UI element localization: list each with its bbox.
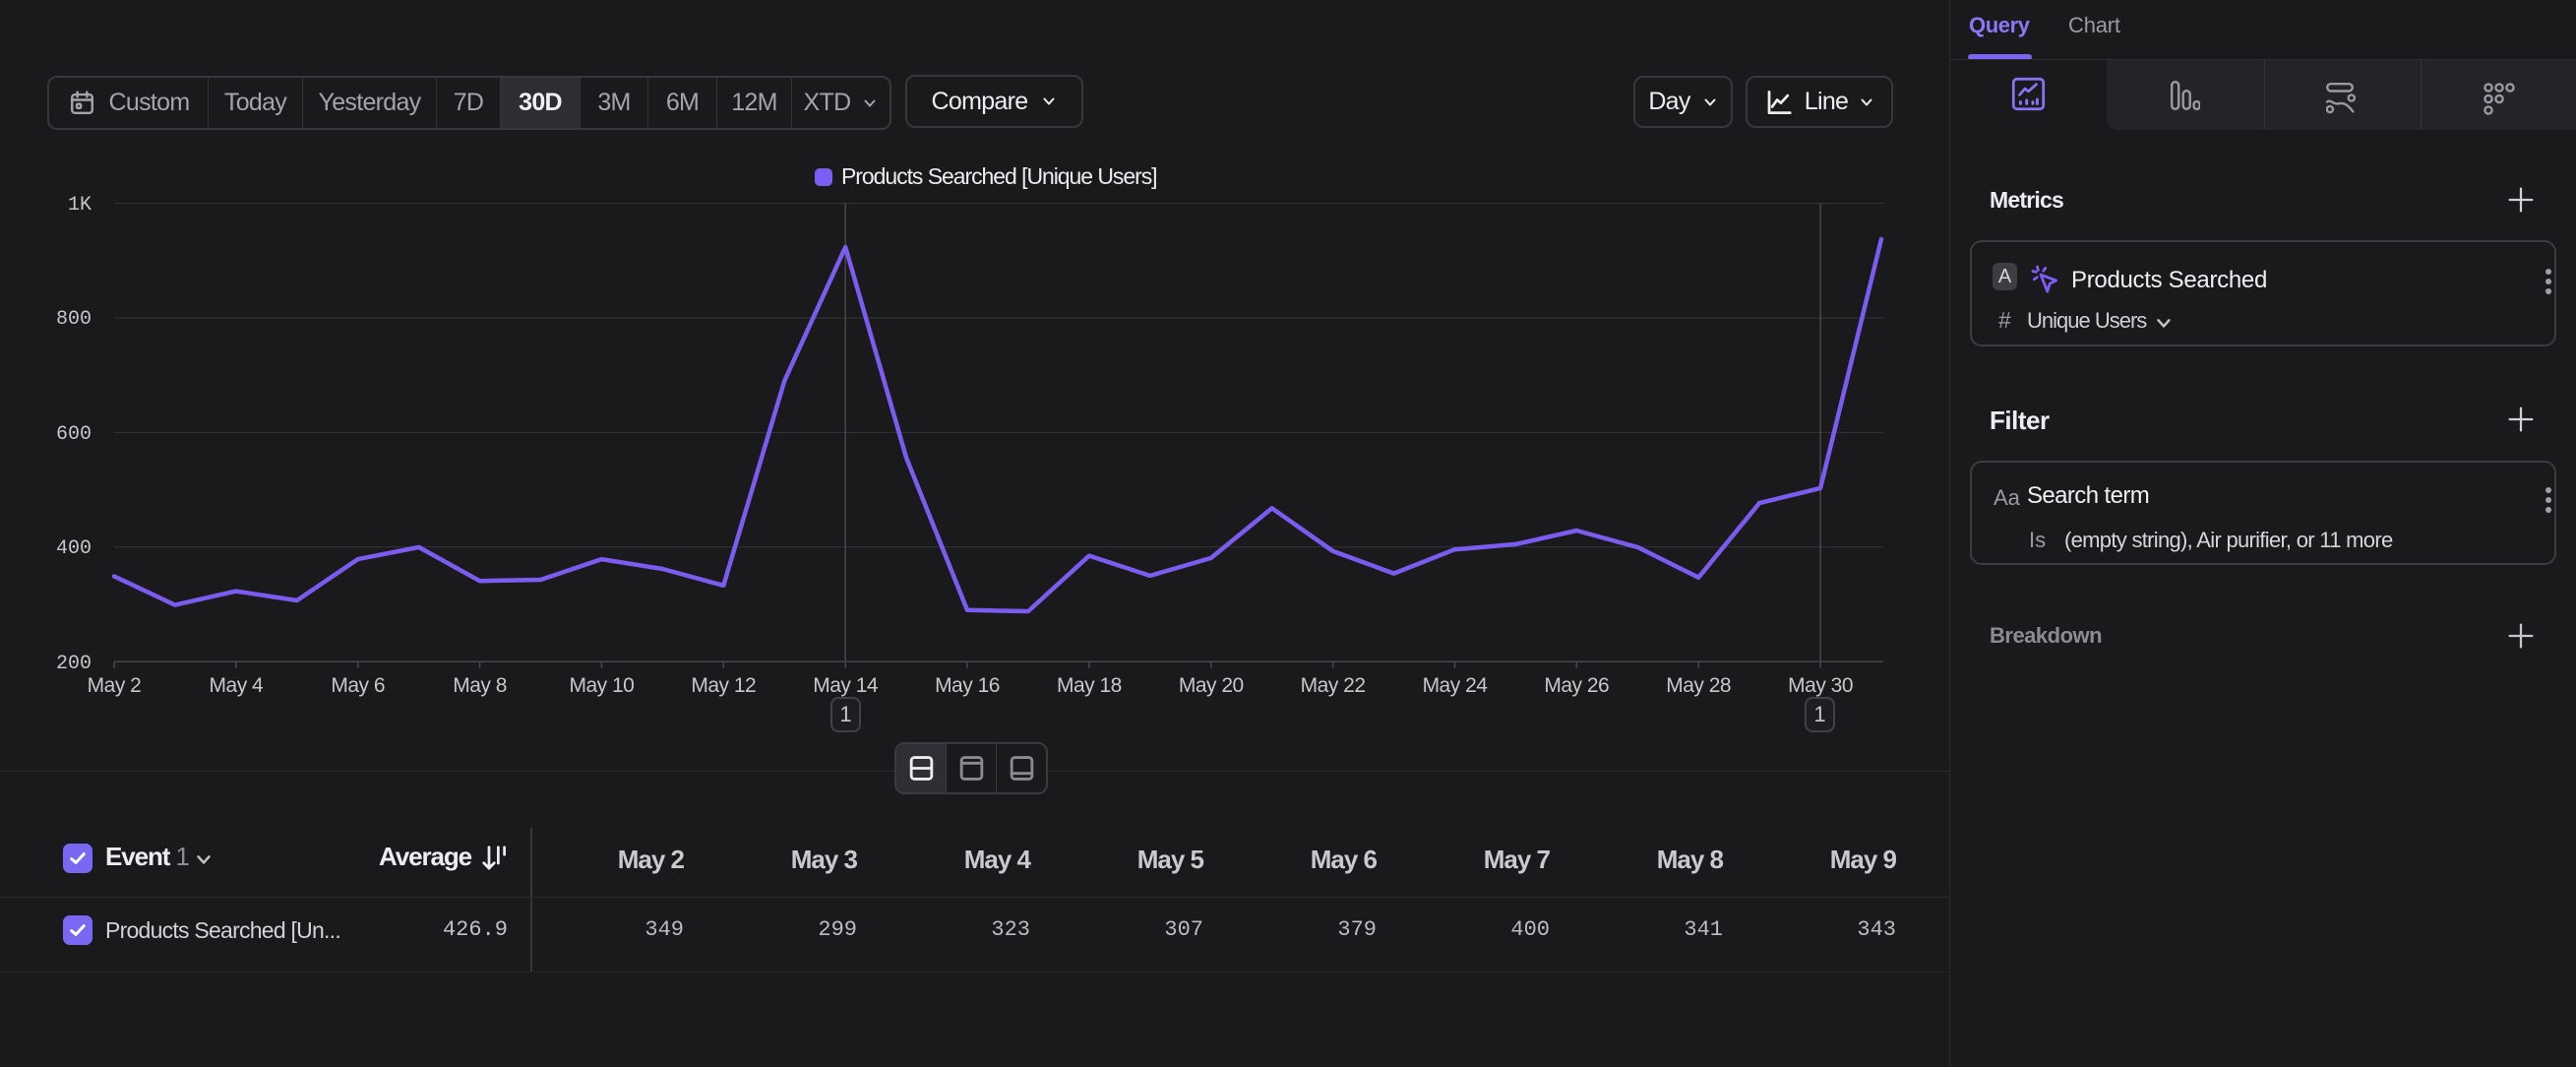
svg-text:May 22: May 22 — [1301, 674, 1366, 697]
svg-text:May 10: May 10 — [569, 674, 634, 697]
svg-text:May 18: May 18 — [1057, 674, 1122, 697]
svg-text:1K: 1K — [68, 194, 92, 217]
svg-text:May 4: May 4 — [210, 674, 265, 697]
svg-text:May 14: May 14 — [813, 674, 879, 697]
svg-text:May 16: May 16 — [935, 674, 1000, 697]
svg-text:400: 400 — [56, 537, 92, 560]
svg-text:May 20: May 20 — [1179, 674, 1244, 697]
svg-text:May 30: May 30 — [1788, 674, 1853, 697]
svg-text:600: 600 — [56, 423, 92, 446]
svg-text:May 24: May 24 — [1423, 674, 1489, 697]
svg-text:May 26: May 26 — [1544, 674, 1609, 697]
svg-text:May 28: May 28 — [1666, 674, 1731, 697]
svg-text:200: 200 — [56, 653, 92, 675]
svg-text:May 8: May 8 — [453, 674, 507, 697]
svg-text:May 2: May 2 — [88, 674, 142, 697]
svg-text:800: 800 — [56, 308, 92, 331]
svg-text:May 12: May 12 — [691, 674, 756, 697]
svg-text:May 6: May 6 — [331, 674, 385, 697]
